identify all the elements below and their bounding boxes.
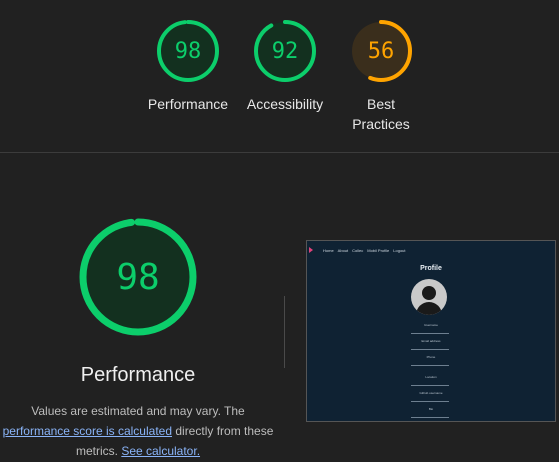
field-label: Email address [421,339,441,343]
vertical-separator [284,296,285,368]
final-screenshot[interactable]: Home About Collec Mobil Profile Logout P… [306,240,556,422]
best-practices-label[interactable]: Best Practices [331,94,431,134]
field-label: Phone [426,355,436,359]
field-label: Username [424,323,438,327]
best-practices-label-line1: Best [366,96,395,112]
nav-item: Collec [352,247,364,253]
performance-label[interactable]: Performance [138,94,238,114]
field-label: Location [425,375,437,379]
section-divider [0,152,559,153]
performance-score-link[interactable]: performance score is calculated [3,424,172,438]
field-label: Github username [419,391,443,395]
performance-big-score: 98 [116,256,160,298]
performance-gauge[interactable]: 98 [155,18,221,84]
field-input [411,361,449,366]
field-input [411,397,449,402]
nav-item: Logout [393,247,406,253]
nav-item: Home [323,247,334,253]
logo-icon [309,247,313,253]
desc-text-1: Values are estimated and may vary. The [31,404,245,418]
field-input [411,413,449,418]
field-input [411,329,449,334]
performance-score: 98 [174,38,202,64]
best-practices-label-line2: Practices [352,116,410,132]
see-calculator-link[interactable]: See calculator. [121,444,200,458]
nav-item: About [337,247,349,253]
best-practices-gauge[interactable]: 56 [348,18,414,84]
desc-text-2: directly from these [172,424,274,438]
accessibility-gauge[interactable]: 92 [252,18,318,84]
performance-title: Performance [80,364,196,386]
screenshot-nav: Home About Collec Mobil Profile Logout [309,245,406,255]
screenshot-title: Profile [420,265,442,272]
best-practices-score: 56 [367,38,395,64]
desc-text-3: metrics. [75,444,122,458]
accessibility-score: 92 [271,38,299,64]
performance-big-gauge: 98 [77,216,199,338]
field-input [411,345,449,350]
performance-description: Values are estimated and may vary. The p… [0,401,276,461]
avatar [411,279,447,315]
nav-item: Mobil Profile [367,247,390,253]
accessibility-label[interactable]: Accessibility [235,94,335,114]
field-input [411,381,449,386]
field-label: Bio [428,407,434,411]
